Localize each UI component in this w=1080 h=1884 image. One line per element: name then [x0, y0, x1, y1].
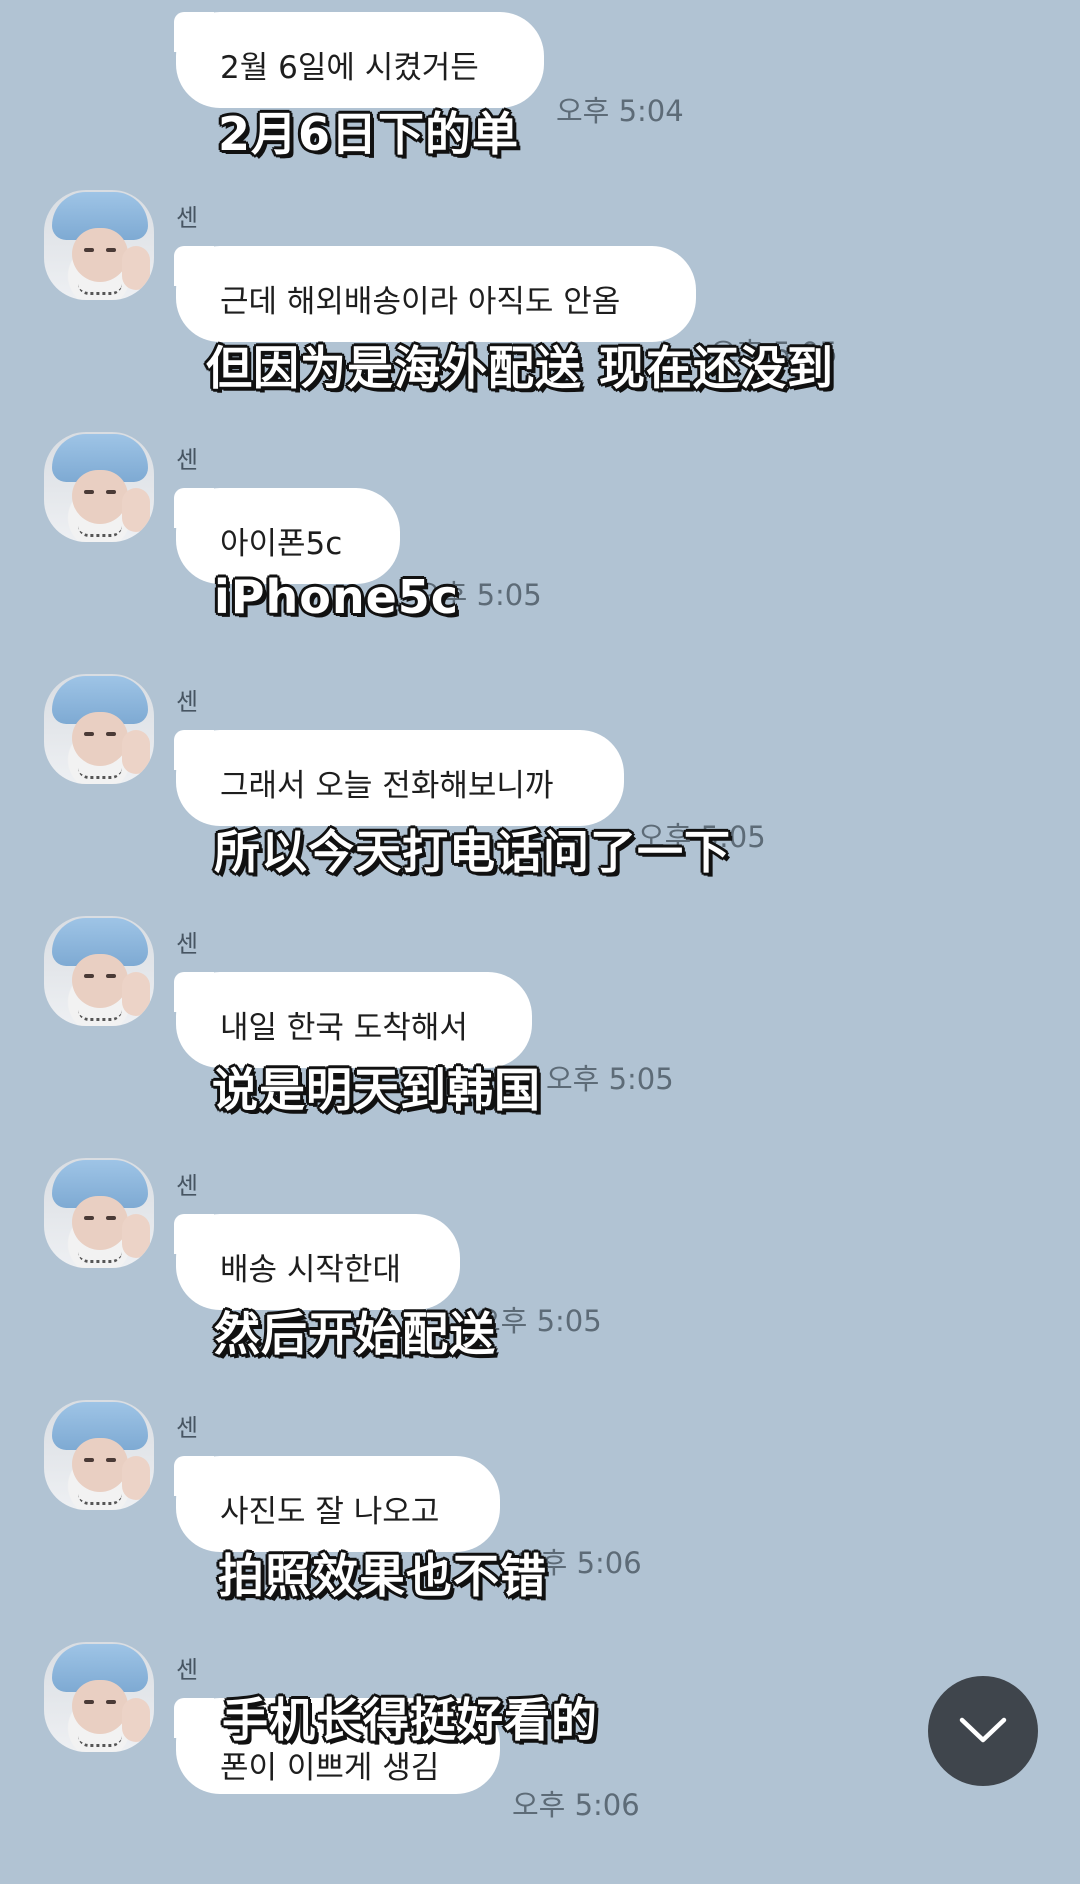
message-text: 내일 한국 도착해서: [220, 1010, 468, 1046]
message-text: 사진도 잘 나오고: [220, 1494, 440, 1530]
subtitle-caption: 2月6日下的单: [218, 107, 520, 161]
scroll-to-bottom-button[interactable]: [928, 1676, 1038, 1786]
message-text: 근데 해외배송이라 아직도 안옴: [220, 284, 621, 320]
sender-name: 센: [176, 204, 199, 232]
message-row: 센 폰이 이쁘게 생김 오후 5:06 手机长得挺好看的: [0, 1642, 1080, 1884]
message-time: 오후 5:05: [546, 1062, 674, 1096]
subtitle-caption: 但因为是海外配送 现在还没到: [206, 341, 835, 395]
message-bubble[interactable]: 근데 해외배송이라 아직도 안옴: [174, 246, 696, 342]
sender-name: 센: [176, 1172, 199, 1200]
subtitle-caption: 手机长得挺好看的: [222, 1693, 598, 1747]
message-bubble[interactable]: 배송 시작한대: [174, 1214, 460, 1310]
message-text: 그래서 오늘 전화해보니까: [220, 768, 554, 804]
chevron-down-icon: [959, 1717, 1007, 1743]
avatar[interactable]: [44, 1158, 154, 1268]
message-text: 배송 시작한대: [220, 1252, 401, 1288]
message-bubble[interactable]: 그래서 오늘 전화해보니까: [174, 730, 624, 826]
message-time: 오후 5:04: [556, 94, 684, 128]
avatar[interactable]: [44, 190, 154, 300]
message-bubble[interactable]: 사진도 잘 나오고: [174, 1456, 500, 1552]
avatar[interactable]: [44, 1642, 154, 1752]
message-row: 센 내일 한국 도착해서 오후 5:05 说是明天到韩国: [0, 916, 1080, 1158]
message-row: 센 아이폰5c 오후 5:05 iPhone5c: [0, 432, 1080, 674]
subtitle-caption: 说是明天到韩国: [212, 1063, 541, 1117]
avatar[interactable]: [44, 432, 154, 542]
sender-name: 센: [176, 688, 199, 716]
chat-thread[interactable]: 2월 6일에 시켰거든 오후 5:04 2月6日下的单 센 근데 해외배송이라 …: [0, 0, 1080, 1823]
message-row: 센 배송 시작한대 오후 5:05 然后开始配送: [0, 1158, 1080, 1400]
sender-name: 센: [176, 930, 199, 958]
sender-name: 센: [176, 446, 199, 474]
subtitle-caption: 所以今天打电话问了一下: [214, 825, 731, 879]
subtitle-caption: 然后开始配送: [214, 1307, 496, 1361]
sender-name: 센: [176, 1656, 199, 1684]
avatar[interactable]: [44, 1400, 154, 1510]
avatar[interactable]: [44, 674, 154, 784]
message-row: 센 근데 해외배송이라 아직도 안옴 오후 5:05 但因为是海外配送 现在还没…: [0, 190, 1080, 432]
message-bubble[interactable]: 2월 6일에 시켰거든: [174, 12, 544, 108]
sender-name: 센: [176, 1414, 199, 1442]
subtitle-caption: iPhone5c: [214, 570, 460, 624]
avatar[interactable]: [44, 916, 154, 1026]
message-text: 폰이 이쁘게 생김: [220, 1750, 440, 1786]
message-text: 2월 6일에 시켰거든: [220, 50, 479, 86]
message-row: 센 그래서 오늘 전화해보니까 오후 5:05 所以今天打电话问了一下: [0, 674, 1080, 916]
subtitle-caption: 拍照效果也不错: [218, 1549, 547, 1603]
message-row: 2월 6일에 시켰거든 오후 5:04 2月6日下的单: [0, 0, 1080, 161]
message-time: 오후 5:06: [512, 1788, 640, 1822]
message-text: 아이폰5c: [220, 526, 343, 562]
message-row: 센 사진도 잘 나오고 오후 5:06 拍照效果也不错: [0, 1400, 1080, 1642]
